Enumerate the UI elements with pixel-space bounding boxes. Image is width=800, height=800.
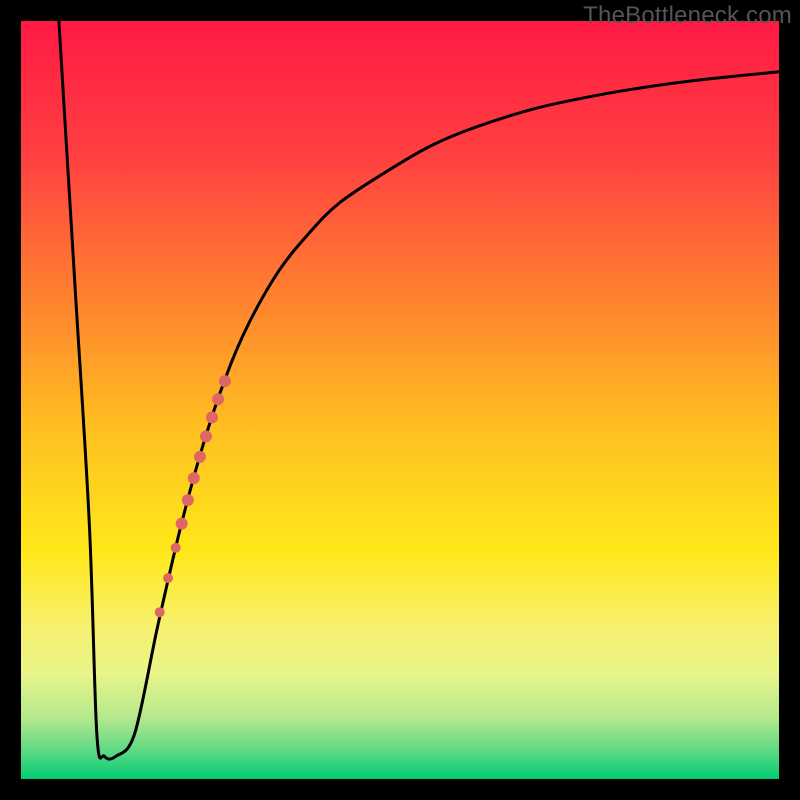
plot-area <box>21 21 779 779</box>
marker-dot <box>200 430 212 442</box>
marker-dot <box>188 472 200 484</box>
chart-frame: TheBottleneck.com <box>0 0 800 800</box>
marker-dot <box>182 494 194 506</box>
marker-dot <box>155 607 165 617</box>
marker-dot <box>219 375 231 387</box>
watermark-text: TheBottleneck.com <box>583 2 792 30</box>
gradient-background <box>21 21 779 779</box>
marker-dot <box>212 393 224 405</box>
marker-dot <box>194 451 206 463</box>
marker-dot <box>206 411 218 423</box>
marker-dot <box>176 518 188 530</box>
marker-dot <box>171 543 181 553</box>
marker-dot <box>163 573 173 583</box>
chart-svg <box>21 21 779 779</box>
